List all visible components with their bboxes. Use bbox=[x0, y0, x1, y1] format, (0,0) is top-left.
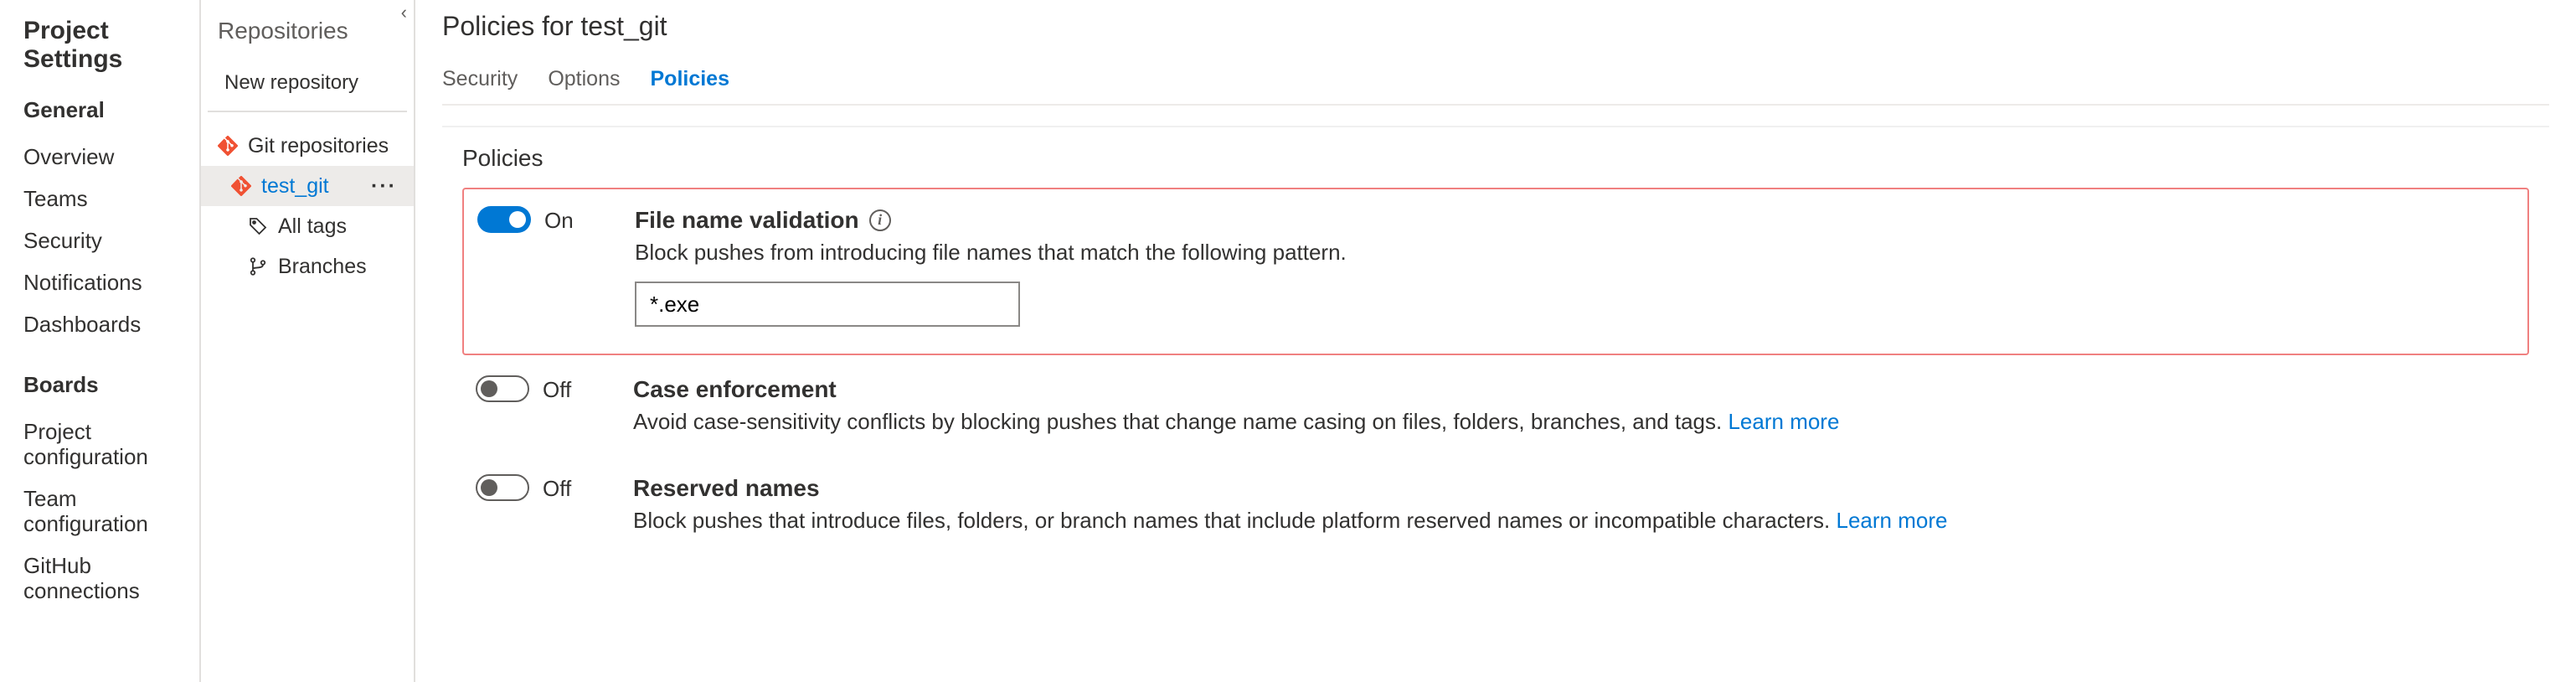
toggle-state-label: Off bbox=[543, 475, 571, 500]
tree-repo-label: test_git bbox=[261, 174, 354, 198]
policy-description: Block pushes from introducing file names… bbox=[635, 240, 2514, 265]
policy-description: Avoid case-sensitivity conflicts by bloc… bbox=[633, 409, 2516, 434]
repositories-sidebar: ‹ Repositories New repository Git reposi… bbox=[201, 0, 415, 682]
policy-title-text: Reserved names bbox=[633, 474, 820, 501]
toggle-case-enforcement[interactable] bbox=[476, 375, 529, 402]
section-heading-general: General bbox=[23, 97, 176, 122]
nav-github-connections[interactable]: GitHub connections bbox=[23, 545, 176, 612]
nav-team-configuration[interactable]: Team configuration bbox=[23, 478, 176, 545]
tab-policies[interactable]: Policies bbox=[651, 60, 730, 104]
tree-repo-test-git[interactable]: test_git ··· bbox=[201, 166, 414, 206]
policy-reserved-names: Off Reserved names Block pushes that int… bbox=[462, 454, 2529, 553]
tree-all-tags-label: All tags bbox=[278, 214, 404, 238]
project-settings-sidebar: Project Settings General Overview Teams … bbox=[0, 0, 201, 682]
section-heading-boards: Boards bbox=[23, 372, 176, 397]
nav-security[interactable]: Security bbox=[23, 220, 176, 261]
policy-case-enforcement: Off Case enforcement Avoid case-sensitiv… bbox=[462, 355, 2529, 454]
nav-dashboards[interactable]: Dashboards bbox=[23, 303, 176, 345]
policy-file-name-validation: On File name validation i Block pushes f… bbox=[462, 188, 2529, 355]
page-title: Project Settings bbox=[23, 17, 176, 74]
tree-branches[interactable]: Branches bbox=[201, 246, 414, 287]
toggle-state-label: On bbox=[544, 207, 574, 232]
git-icon bbox=[218, 136, 238, 156]
policies-panel: Policies On File name validation i Block… bbox=[442, 126, 2549, 553]
git-icon bbox=[231, 176, 251, 196]
toggle-state-label: Off bbox=[543, 376, 571, 401]
tab-security[interactable]: Security bbox=[442, 60, 518, 104]
learn-more-link[interactable]: Learn more bbox=[1837, 508, 1948, 533]
tab-options[interactable]: Options bbox=[548, 60, 620, 104]
tabs: Security Options Policies bbox=[442, 60, 2549, 106]
tree-all-tags[interactable]: All tags bbox=[201, 206, 414, 246]
policy-title-text: File name validation bbox=[635, 206, 859, 233]
nav-notifications[interactable]: Notifications bbox=[23, 261, 176, 303]
collapse-sidebar-icon[interactable]: ‹ bbox=[401, 3, 407, 23]
more-actions-icon[interactable]: ··· bbox=[364, 174, 404, 198]
learn-more-link[interactable]: Learn more bbox=[1728, 409, 1839, 434]
policy-description: Block pushes that introduce files, folde… bbox=[633, 508, 2516, 533]
nav-overview[interactable]: Overview bbox=[23, 136, 176, 178]
tag-icon bbox=[248, 216, 268, 236]
tree-root-git-repositories[interactable]: Git repositories bbox=[201, 126, 414, 166]
tree-branches-label: Branches bbox=[278, 255, 404, 278]
info-icon[interactable]: i bbox=[869, 209, 891, 230]
nav-project-configuration[interactable]: Project configuration bbox=[23, 411, 176, 478]
policies-heading: Policies bbox=[462, 144, 2529, 171]
main-content: Policies for test_git Security Options P… bbox=[415, 0, 2576, 682]
new-repository-link[interactable]: New repository bbox=[208, 60, 407, 112]
file-name-pattern-input[interactable] bbox=[635, 282, 1020, 327]
toggle-reserved-names[interactable] bbox=[476, 474, 529, 501]
main-title: Policies for test_git bbox=[442, 13, 2549, 44]
repositories-heading: Repositories bbox=[201, 10, 414, 60]
tree-root-label: Git repositories bbox=[248, 134, 404, 158]
repo-tree: Git repositories test_git ··· All tags B… bbox=[201, 126, 414, 287]
policy-title-text: Case enforcement bbox=[633, 375, 837, 402]
nav-teams[interactable]: Teams bbox=[23, 178, 176, 220]
toggle-file-name-validation[interactable] bbox=[477, 206, 531, 233]
branch-icon bbox=[248, 256, 268, 276]
